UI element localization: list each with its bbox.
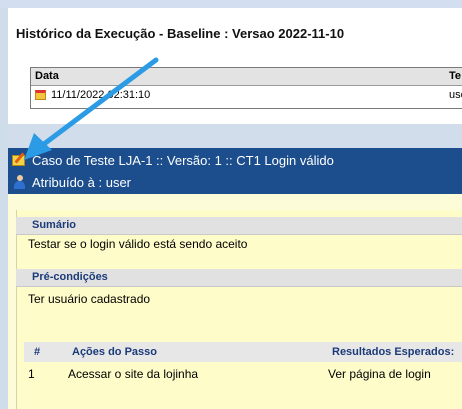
column-header-date[interactable]: Data bbox=[35, 70, 59, 82]
spacer bbox=[8, 124, 462, 148]
column-header-expected-results: Resultados Esperados: bbox=[332, 346, 455, 358]
execution-table-header: Data Te bbox=[31, 68, 462, 86]
testcase-edit-icon[interactable] bbox=[12, 155, 25, 166]
top-strip bbox=[0, 0, 462, 8]
execution-table: Data Te 11/11/2022 02:31:10 use bbox=[30, 67, 462, 109]
summary-header: Sumário bbox=[16, 217, 462, 235]
execution-date: 11/11/2022 02:31:10 bbox=[51, 89, 151, 101]
table-row[interactable]: 11/11/2022 02:31:10 use bbox=[31, 86, 462, 106]
column-header-step-actions: Ações do Passo bbox=[72, 346, 157, 358]
execution-tester: use bbox=[449, 89, 462, 101]
summary-text: Testar se o login válido está sendo acei… bbox=[28, 237, 248, 251]
testcase-title: Caso de Teste LJA-1 :: Versão: 1 :: CT1 … bbox=[32, 153, 334, 168]
table-row: 1 Acessar o site da lojinha Ver página d… bbox=[24, 364, 462, 384]
step-expected-result: Ver página de login bbox=[328, 367, 431, 381]
preconditions-header: Pré-condições bbox=[16, 269, 462, 287]
step-action: Acessar o site da lojinha bbox=[68, 367, 199, 381]
calendar-icon bbox=[35, 90, 46, 100]
history-title: Histórico da Execução - Baseline : Versa… bbox=[16, 26, 345, 41]
testcase-header: Caso de Teste LJA-1 :: Versão: 1 :: CT1 … bbox=[8, 148, 462, 194]
step-number: 1 bbox=[28, 367, 35, 381]
assigned-to: Atribuído à : user bbox=[32, 175, 131, 190]
steps-table-header: # Ações do Passo Resultados Esperados: bbox=[24, 342, 462, 362]
preconditions-text: Ter usuário cadastrado bbox=[28, 292, 151, 306]
preconditions-label: Pré-condições bbox=[32, 271, 108, 283]
summary-label: Sumário bbox=[32, 219, 77, 231]
column-header-step-number: # bbox=[34, 346, 41, 358]
user-icon bbox=[14, 175, 25, 189]
column-header-tester[interactable]: Te bbox=[449, 70, 461, 82]
